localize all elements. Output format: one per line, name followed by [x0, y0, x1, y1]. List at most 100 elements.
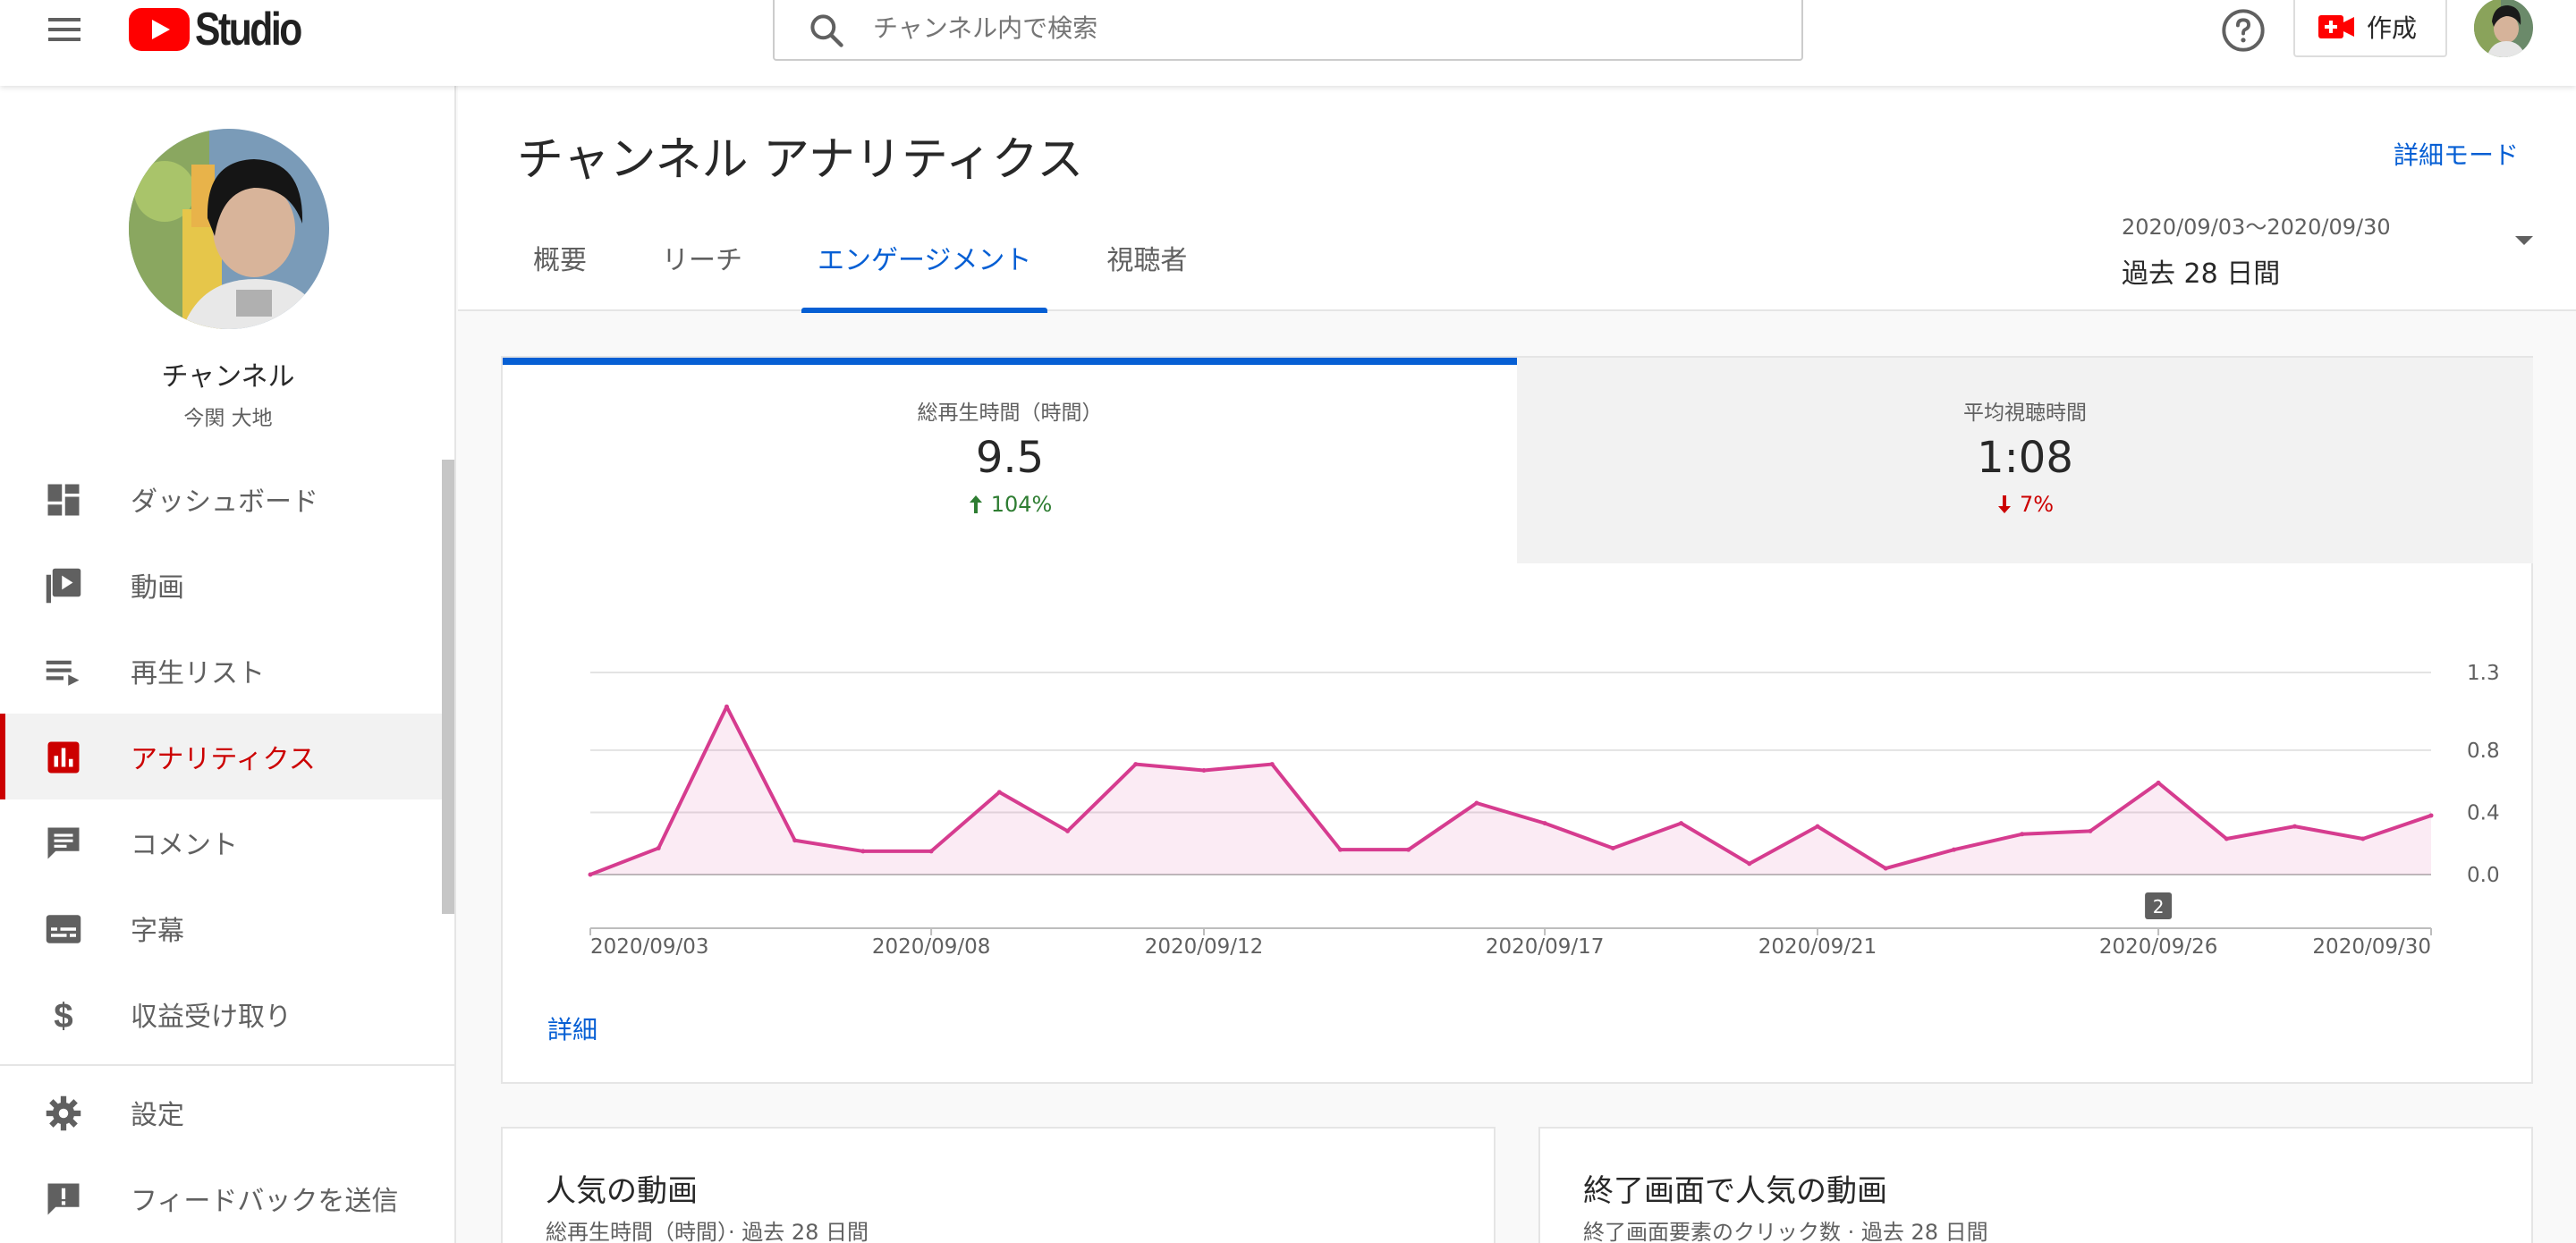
- top-end-screen-videos-card: 終了画面で人気の動画 終了画面要素のクリック数 · 過去 28 日間: [1538, 1127, 2533, 1243]
- data-point: [588, 872, 593, 877]
- playlist-icon: [46, 660, 80, 686]
- tab-engagement[interactable]: エンゲージメント: [801, 238, 1048, 313]
- data-point: [1201, 768, 1207, 774]
- tab-overview[interactable]: 概要: [517, 238, 603, 311]
- sidebar-item-label: コメント: [131, 830, 238, 861]
- dashboard-icon: [47, 484, 80, 516]
- data-point: [792, 838, 798, 843]
- hamburger-menu-icon[interactable]: [47, 16, 82, 43]
- sidebar-item-videos[interactable]: 動画: [0, 542, 454, 628]
- sidebar-item-subtitles[interactable]: 字幕: [0, 885, 454, 971]
- top-videos-card: 人気の動画 総再生時間（時間）· 過去 28 日間: [501, 1127, 1496, 1243]
- data-point: [656, 845, 661, 850]
- search-icon[interactable]: [807, 11, 846, 50]
- advanced-mode-link[interactable]: 詳細モード: [2394, 136, 2519, 172]
- main-content: チャンネル アナリティクス 詳細モード 概要 リーチ エンゲージメント 視聴者 …: [458, 86, 2576, 1243]
- video-icon: [46, 568, 81, 604]
- x-tick-label: 2020/09/08: [872, 935, 991, 959]
- dollar-icon: $: [54, 997, 72, 1034]
- top-header: Studio 作成: [0, 0, 2576, 86]
- create-button[interactable]: 作成: [2293, 0, 2447, 57]
- data-point: [1610, 845, 1615, 850]
- arrow-down-icon: [1997, 495, 2011, 513]
- channel-owner-name: 今関 大地: [183, 407, 273, 430]
- data-point: [860, 849, 866, 854]
- data-point: [1269, 762, 1275, 767]
- subtitles-icon: [46, 915, 81, 943]
- data-point: [1542, 821, 1547, 826]
- analytics-header: チャンネル アナリティクス 詳細モード 概要 リーチ エンゲージメント 視聴者 …: [458, 86, 2576, 313]
- data-point: [1747, 861, 1752, 867]
- sidebar: チャンネル 今関 大地 ダッシュボード 動画 再生リスト アナリティクス コメン…: [0, 86, 456, 1243]
- data-point: [1815, 824, 1820, 829]
- card-subtitle: 総再生時間（時間）· 過去 28 日間: [546, 1220, 869, 1243]
- sidebar-item-analytics[interactable]: アナリティクス: [0, 714, 454, 799]
- gear-icon: [46, 1095, 81, 1131]
- x-tick-label: 2020/09/12: [1145, 935, 1264, 959]
- sidebar-item-label: アナリティクス: [131, 744, 316, 775]
- watch-time-chart[interactable]: 1.3 0.8 0.4 0.0 2020/09/03 2020/09/08 2020/09/…: [503, 563, 2531, 993]
- data-point: [724, 704, 729, 709]
- data-point: [1951, 847, 1956, 852]
- data-point: [2428, 813, 2434, 818]
- sidebar-item-monetization[interactable]: $ 収益受け取り: [0, 971, 454, 1057]
- help-icon[interactable]: [2220, 7, 2267, 54]
- metric-value: 9.5: [975, 433, 1045, 483]
- metric-change-value: 104%: [990, 492, 1053, 517]
- sidebar-item-settings[interactable]: 設定: [0, 1070, 454, 1155]
- sidebar-item-label: フィードバックを送信: [131, 1186, 399, 1217]
- y-tick-label: 1.3: [2467, 662, 2500, 685]
- data-point: [2224, 836, 2229, 841]
- data-point: [1133, 762, 1139, 767]
- metric-label: 平均視聴時間: [1963, 402, 2087, 425]
- date-range-selector[interactable]: 2020/09/03〜2020/09/30 過去 28 日間: [2122, 209, 2542, 290]
- sidebar-item-dashboard[interactable]: ダッシュボード: [0, 456, 454, 542]
- chart-annotation-label: 2: [2153, 896, 2165, 917]
- data-point: [996, 790, 1002, 795]
- tab-reach[interactable]: リーチ: [646, 238, 758, 311]
- x-tick-label: 2020/09/17: [1486, 935, 1605, 959]
- search-input[interactable]: [873, 7, 1767, 48]
- studio-logo[interactable]: Studio: [129, 4, 324, 55]
- data-point: [2360, 836, 2366, 841]
- data-point: [2292, 824, 2298, 829]
- sidebar-item-label: ダッシュボード: [131, 486, 318, 518]
- metric-value: 1:08: [1977, 433, 2073, 483]
- feedback-icon: [47, 1183, 80, 1215]
- card-subtitle: 終了画面要素のクリック数 · 過去 28 日間: [1583, 1220, 1988, 1243]
- channel-title: チャンネル: [161, 361, 295, 393]
- account-avatar[interactable]: [2474, 0, 2533, 57]
- channel-avatar[interactable]: [129, 129, 329, 329]
- sidebar-item-label: 動画: [131, 572, 184, 604]
- metric-label: 総再生時間（時間）: [917, 402, 1103, 425]
- y-tick-label: 0.4: [2467, 801, 2500, 824]
- x-tick-label: 2020/09/03: [590, 935, 709, 959]
- sidebar-item-label: 字幕: [131, 916, 184, 947]
- sidebar-item-playlists[interactable]: 再生リスト: [0, 628, 454, 714]
- metric-watch-time[interactable]: 総再生時間（時間） 9.5 104%: [503, 358, 1517, 563]
- youtube-play-icon: [129, 8, 190, 51]
- tab-audience[interactable]: 視聴者: [1090, 238, 1203, 311]
- engagement-card: 総再生時間（時間） 9.5 104% 平均視聴時間 1:08 7% 1.30.: [501, 356, 2533, 1084]
- metric-change: 104%: [503, 492, 1517, 517]
- card-title: 人気の動画: [546, 1173, 698, 1209]
- sidebar-item-feedback[interactable]: フィードバックを送信: [0, 1155, 454, 1241]
- detail-link[interactable]: 詳細: [547, 1010, 597, 1046]
- x-tick-label: 2020/09/30: [2312, 935, 2431, 959]
- video-camera-icon: [2318, 15, 2354, 38]
- data-point: [2088, 828, 2093, 833]
- chart-area-fill: [590, 706, 2431, 875]
- metric-change: 7%: [1517, 492, 2533, 517]
- sidebar-scrollbar[interactable]: [442, 460, 454, 914]
- data-point: [1065, 828, 1071, 833]
- data-point: [1883, 866, 1888, 871]
- sidebar-divider: [0, 1064, 454, 1066]
- metric-change-value: 7%: [2019, 492, 2055, 517]
- date-range-text: 2020/09/03〜2020/09/30: [2122, 215, 2391, 240]
- metric-avg-view-duration[interactable]: 平均視聴時間 1:08 7%: [1517, 358, 2533, 563]
- data-point: [1474, 800, 1479, 806]
- search-box[interactable]: [773, 0, 1803, 61]
- x-tick-label: 2020/09/21: [1758, 935, 1877, 959]
- sidebar-item-comments[interactable]: コメント: [0, 799, 454, 885]
- dropdown-arrow-icon: [2515, 236, 2533, 245]
